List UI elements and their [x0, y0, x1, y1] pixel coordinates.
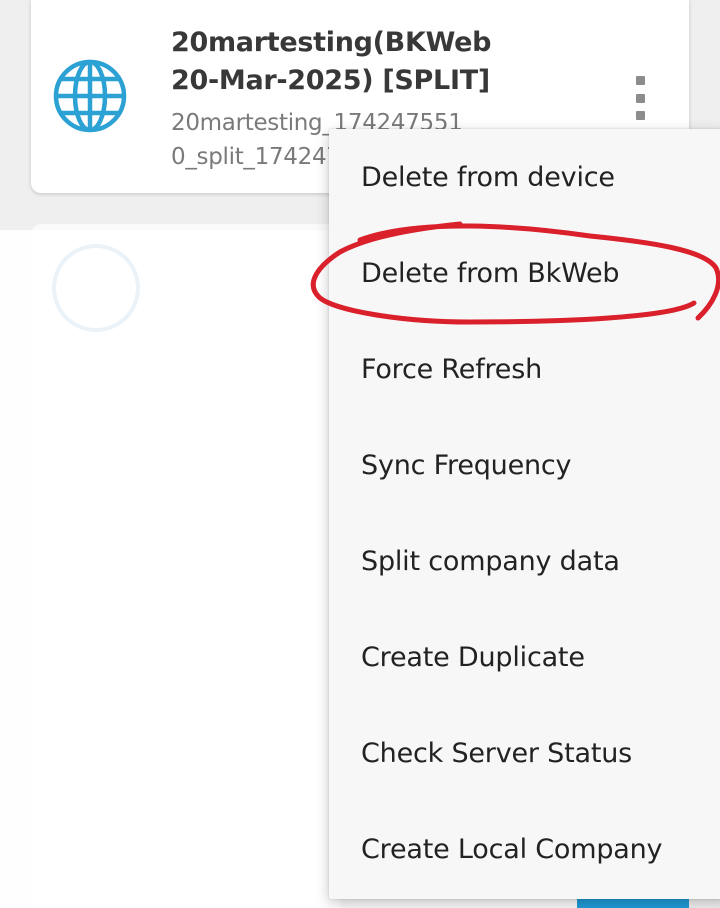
screen: 20martesting(BKWeb 20-Mar-2025) [SPLIT] …	[0, 0, 720, 908]
company-title: 20martesting(BKWeb 20-Mar-2025) [SPLIT]	[171, 27, 492, 96]
menu-item-check-server-status[interactable]: Check Server Status	[329, 705, 720, 801]
menu-item-sync-frequency[interactable]: Sync Frequency	[329, 417, 720, 513]
menu-item-create-duplicate[interactable]: Create Duplicate	[329, 609, 720, 705]
menu-item-create-local-company[interactable]: Create Local Company	[329, 801, 720, 897]
menu-item-delete-from-device[interactable]: Delete from device	[329, 129, 720, 225]
background-globe-icon	[52, 244, 140, 332]
menu-item-delete-from-bkweb[interactable]: Delete from BkWeb	[329, 225, 720, 321]
menu-item-split-company-data[interactable]: Split company data	[329, 513, 720, 609]
context-menu: Delete from device Delete from BkWeb For…	[329, 129, 720, 899]
more-vertical-icon[interactable]	[628, 76, 652, 120]
redaction-overlay	[0, 230, 340, 908]
menu-item-force-refresh[interactable]: Force Refresh	[329, 321, 720, 417]
globe-icon	[53, 59, 127, 133]
